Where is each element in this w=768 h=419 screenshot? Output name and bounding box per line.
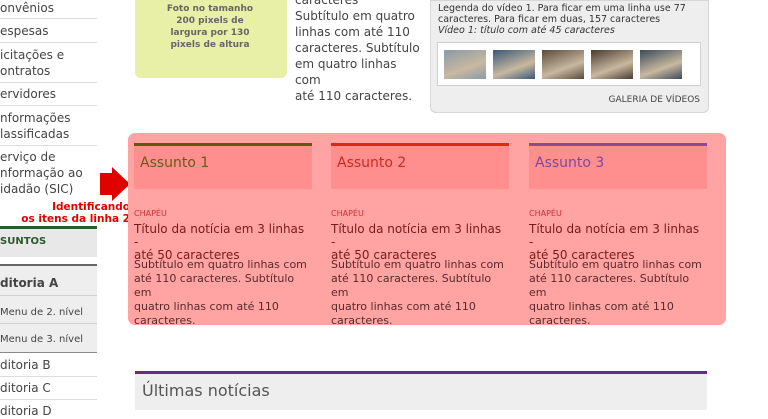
- news-headline[interactable]: Título da notícia em 3 linhas - até 50 c…: [134, 223, 312, 262]
- text-line: caracteres. Subtítulo: [295, 41, 420, 55]
- text-line: pixels de altura: [170, 40, 250, 50]
- video-legend: Legenda do vídeo 1. Para ficar em uma li…: [438, 3, 703, 25]
- divider: [0, 105, 97, 106]
- column-title[interactable]: Assunto 2: [337, 155, 406, 171]
- news-subtitle: caracteres Subtítulo em quatro linhas co…: [295, 0, 420, 104]
- text-line: Título da notícia em 3 linhas -: [331, 222, 502, 249]
- sidebar-item-menu-2[interactable]: Menu de 2. nível: [0, 305, 97, 321]
- text-line: Foto no tamanho: [166, 4, 254, 14]
- news-headline[interactable]: Título da notícia em 3 linhas - até 50 c…: [529, 223, 707, 262]
- latest-news-accent-bar: [135, 371, 707, 374]
- sidebar-item-editoria-d[interactable]: ditoria D: [0, 403, 97, 419]
- text-line: caracteres. Para ficar em duas, 157 cara…: [438, 14, 661, 25]
- section-header-assuntos: SUNTOS: [0, 236, 47, 247]
- sidebar-item-label: icitações e: [0, 48, 65, 62]
- chapeu-label: CHAPÉU: [529, 209, 562, 218]
- news-subtitle: Subtítulo em quatro linhas com até 110 c…: [529, 258, 707, 328]
- sidebar-item-editoria-c[interactable]: ditoria C: [0, 380, 97, 396]
- sidebar-item-convenios[interactable]: onvênios: [0, 0, 97, 16]
- divider: [0, 82, 97, 83]
- sidebar-item-editoria-b[interactable]: ditoria B: [0, 357, 97, 373]
- news-subtitle: Subtítulo em quatro linhas com até 110 c…: [134, 258, 312, 328]
- video-thumbnail-3[interactable]: [542, 50, 584, 79]
- sidebar-item-label: espesas: [0, 24, 49, 38]
- photo-placeholder-text: Foto no tamanho 200 pixels de largura po…: [150, 3, 270, 51]
- sidebar-item-label: Menu de 2. nível: [0, 307, 83, 318]
- divider: [0, 352, 97, 353]
- sidebar-item-label: ervidores: [0, 87, 57, 101]
- text-line: Subtítulo em quatro linhas com: [529, 258, 702, 271]
- text-line: até 110 caracteres. Subtítulo em: [134, 272, 295, 299]
- divider: [0, 42, 97, 43]
- video-thumbnail-1[interactable]: [444, 50, 486, 79]
- sidebar-item-label: ditoria D: [0, 404, 52, 418]
- sidebar-item-menu-3[interactable]: Menu de 3. nível: [0, 332, 97, 348]
- text-line: caracteres.: [529, 314, 591, 327]
- column-title[interactable]: Assunto 3: [535, 155, 604, 171]
- sidebar-item-label: onvênios: [0, 1, 54, 15]
- column-accent-bar: [331, 143, 509, 146]
- sidebar-item-sic[interactable]: erviço de nformação ao idadão (SIC): [0, 149, 97, 197]
- sidebar-item-despesas[interactable]: espesas: [0, 23, 97, 39]
- divider: [0, 399, 97, 400]
- sidebar-item-label: lassificadas: [0, 127, 70, 141]
- divider: [0, 323, 97, 324]
- annotation-text: Identificando os itens da linha 2: [18, 201, 130, 225]
- text-line: até 110 caracteres. Subtítulo em: [529, 272, 690, 299]
- divider: [0, 145, 97, 146]
- text-line: caracteres.: [134, 314, 196, 327]
- text-line: caracteres.: [331, 314, 393, 327]
- video-gallery-link[interactable]: GALERIA DE VÍDEOS: [560, 95, 700, 105]
- divider: [0, 18, 97, 19]
- text-line: quatro linhas com até 110: [331, 300, 476, 313]
- text-line: largura por 130: [170, 28, 250, 38]
- text-line: caracteres: [295, 0, 359, 7]
- text-line: Título da notícia em 3 linhas -: [529, 222, 700, 249]
- news-headline[interactable]: Título da notícia em 3 linhas - até 50 c…: [331, 223, 509, 262]
- text-line: os itens da linha 2: [21, 213, 130, 225]
- text-line: Subtítulo em quatro linhas com: [331, 258, 504, 271]
- sidebar-item-servidores[interactable]: ervidores: [0, 86, 97, 102]
- video-caption[interactable]: Vídeo 1: título com até 45 caracteres: [438, 25, 703, 36]
- sidebar-item-label: idadão (SIC): [0, 182, 74, 196]
- text-line: Subtítulo em quatro: [295, 9, 415, 23]
- video-thumbnail-5[interactable]: [640, 50, 682, 79]
- text-line: quatro linhas com até 110: [134, 300, 279, 313]
- text-line: quatro linhas com até 110: [529, 300, 674, 313]
- sidebar-item-editoria-a[interactable]: ditoria A: [0, 275, 97, 291]
- sidebar-item-label: ditoria A: [0, 276, 59, 290]
- annotation-arrow-icon: [100, 173, 112, 195]
- video-thumbnails: [437, 42, 701, 86]
- chapeu-label: CHAPÉU: [331, 209, 364, 218]
- chapeu-label: CHAPÉU: [134, 209, 167, 218]
- divider: [0, 376, 97, 377]
- text-line: Identificando: [52, 201, 130, 213]
- sidebar-item-licitacoes[interactable]: icitações e ontratos: [0, 47, 97, 79]
- latest-news-title: Últimas notícias: [142, 381, 270, 400]
- sidebar-item-label: nformação ao: [0, 166, 83, 180]
- sidebar-item-label: ditoria C: [0, 381, 51, 395]
- text-line: Legenda do vídeo 1. Para ficar em uma li…: [438, 3, 686, 14]
- divider: [0, 295, 97, 296]
- text-line: em quatro linhas com: [295, 57, 397, 87]
- sidebar-item-informacoes[interactable]: nformações lassificadas: [0, 110, 97, 142]
- video-thumbnail-2[interactable]: [493, 50, 535, 79]
- divider: [0, 264, 97, 266]
- column-accent-bar: [134, 143, 312, 146]
- sidebar-item-label: ditoria B: [0, 358, 51, 372]
- sidebar-item-label: ontratos: [0, 64, 51, 78]
- column-title[interactable]: Assunto 1: [140, 155, 209, 171]
- text-line: até 110 caracteres. Subtítulo em: [331, 272, 492, 299]
- text-line: 200 pixels de: [176, 16, 244, 26]
- text-line: Título da notícia em 3 linhas -: [134, 222, 305, 249]
- text-line: Subtítulo em quatro linhas com: [134, 258, 307, 271]
- column-accent-bar: [529, 143, 707, 146]
- news-subtitle: Subtítulo em quatro linhas com até 110 c…: [331, 258, 509, 328]
- sidebar-item-label: Menu de 3. nível: [0, 334, 83, 345]
- sidebar-item-label: nformações: [0, 111, 71, 125]
- text-line: até 110 caracteres.: [295, 89, 413, 103]
- text-line: linhas com até 110: [295, 25, 410, 39]
- sidebar-item-label: erviço de: [0, 150, 56, 164]
- video-thumbnail-4[interactable]: [591, 50, 633, 79]
